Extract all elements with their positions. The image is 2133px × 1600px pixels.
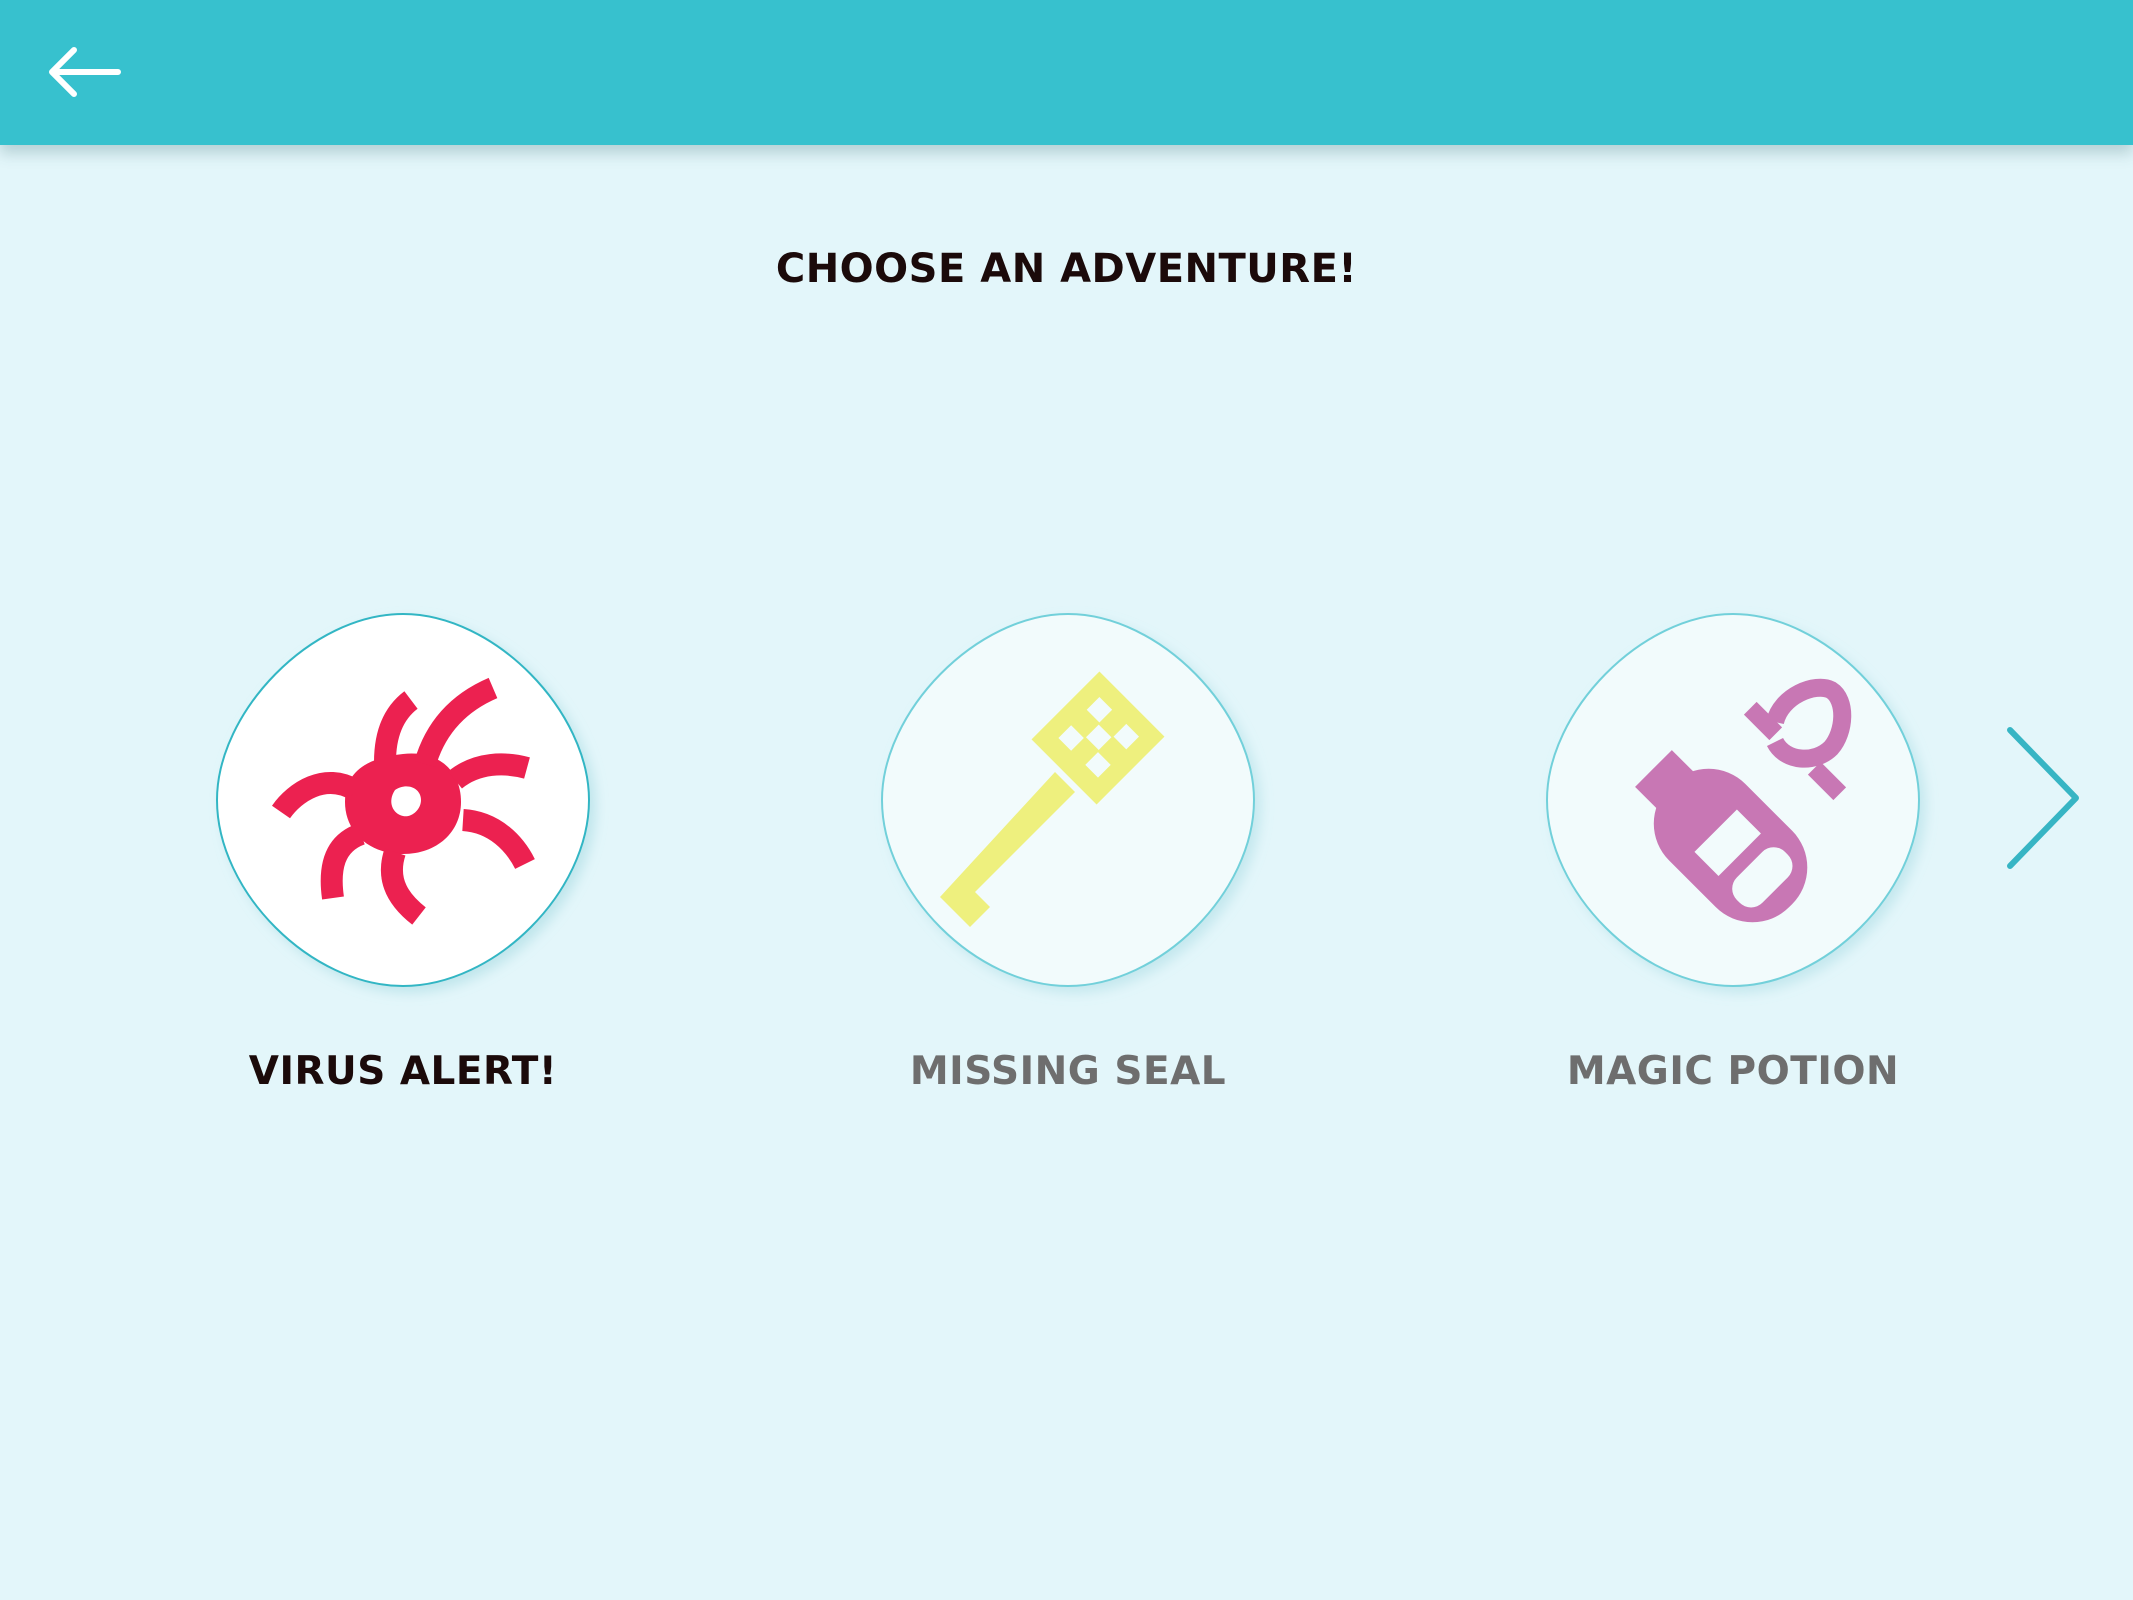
top-app-bar [0,0,2133,145]
adventure-tile[interactable] [1545,612,1921,988]
adventure-tile[interactable] [880,612,1256,988]
adventure-label: MISSING SEAL [909,1049,1227,1094]
adventure-card-missing-seal[interactable]: MISSING SEAL [878,612,1258,1112]
adventure-label: VIRUS ALERT! [248,1049,558,1094]
page-title: CHOOSE AN ADVENTURE! [775,246,1358,292]
next-page-button[interactable] [1996,720,2086,880]
adventure-card-virus-alert[interactable]: VIRUS ALERT! [213,612,593,1112]
adventure-card-magic-potion[interactable]: MAGIC POTION [1543,612,1923,1112]
back-button[interactable] [40,38,130,108]
adventure-label: MAGIC POTION [1566,1049,1900,1094]
adventure-tile[interactable] [215,612,591,988]
arrow-left-icon [49,47,121,97]
chevron-right-icon [2007,727,2079,869]
